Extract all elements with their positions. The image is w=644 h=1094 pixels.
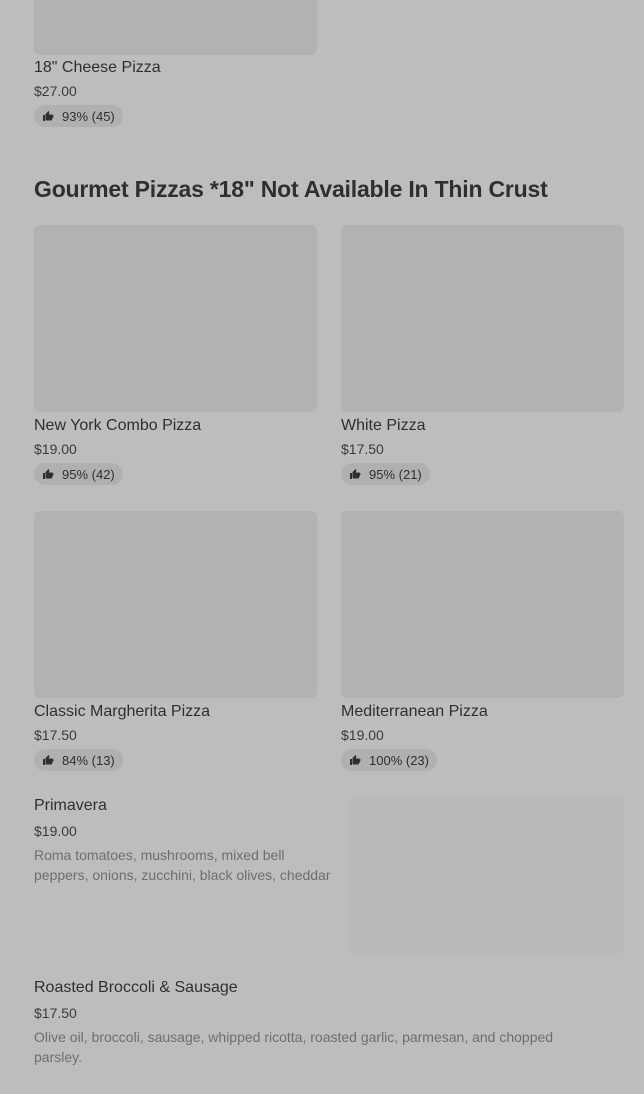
item-price-margherita: $17.50 xyxy=(34,727,77,743)
item-price-broccoli-sausage: $17.50 xyxy=(34,1005,77,1021)
item-title-ny-combo[interactable]: New York Combo Pizza xyxy=(34,417,201,435)
rating-label: 95% (42) xyxy=(62,466,115,482)
thumbs-up-icon xyxy=(42,468,54,480)
thumbs-up-icon xyxy=(349,468,361,480)
item-title-cheese-18[interactable]: 18" Cheese Pizza xyxy=(34,59,161,77)
item-image-primavera[interactable] xyxy=(349,797,624,954)
item-rating-white-pizza: 95% (21) xyxy=(341,463,430,485)
item-title-primavera[interactable]: Primavera xyxy=(34,797,107,815)
rating-label: 95% (21) xyxy=(369,466,422,482)
item-image-white-pizza[interactable] xyxy=(341,225,624,412)
item-image-cheese-18[interactable] xyxy=(34,0,317,55)
item-rating-ny-combo: 95% (42) xyxy=(34,463,123,485)
item-price-primavera: $19.00 xyxy=(34,823,77,839)
rating-label: 100% (23) xyxy=(369,752,429,768)
thumbs-up-icon xyxy=(349,754,361,766)
rating-label: 84% (13) xyxy=(62,752,115,768)
item-rating-cheese-18: 93% (45) xyxy=(34,105,123,127)
item-rating-mediterranean: 100% (23) xyxy=(341,749,437,771)
item-title-mediterranean[interactable]: Mediterranean Pizza xyxy=(341,703,488,721)
item-image-ny-combo[interactable] xyxy=(34,225,317,412)
item-title-broccoli-sausage[interactable]: Roasted Broccoli & Sausage xyxy=(34,979,238,997)
item-description-primavera: Roma tomatoes, mushrooms, mixed bell pep… xyxy=(34,847,331,883)
item-title-white-pizza[interactable]: White Pizza xyxy=(341,417,425,435)
item-title-margherita[interactable]: Classic Margherita Pizza xyxy=(34,703,210,721)
item-description-broccoli-sausage: Olive oil, broccoli, sausage, whipped ri… xyxy=(34,1029,554,1065)
item-price-cheese-18: $27.00 xyxy=(34,83,77,99)
thumbs-up-icon xyxy=(42,110,54,122)
item-price-mediterranean: $19.00 xyxy=(341,727,384,743)
rating-label: 93% (45) xyxy=(62,108,115,124)
item-price-ny-combo: $19.00 xyxy=(34,441,77,457)
section-heading-gourmet-pizzas: Gourmet Pizzas *18" Not Available In Thi… xyxy=(34,176,548,202)
item-image-mediterranean[interactable] xyxy=(341,511,624,698)
item-price-white-pizza: $17.50 xyxy=(341,441,384,457)
item-rating-margherita: 84% (13) xyxy=(34,749,123,771)
item-image-margherita[interactable] xyxy=(34,511,317,698)
thumbs-up-icon xyxy=(42,754,54,766)
